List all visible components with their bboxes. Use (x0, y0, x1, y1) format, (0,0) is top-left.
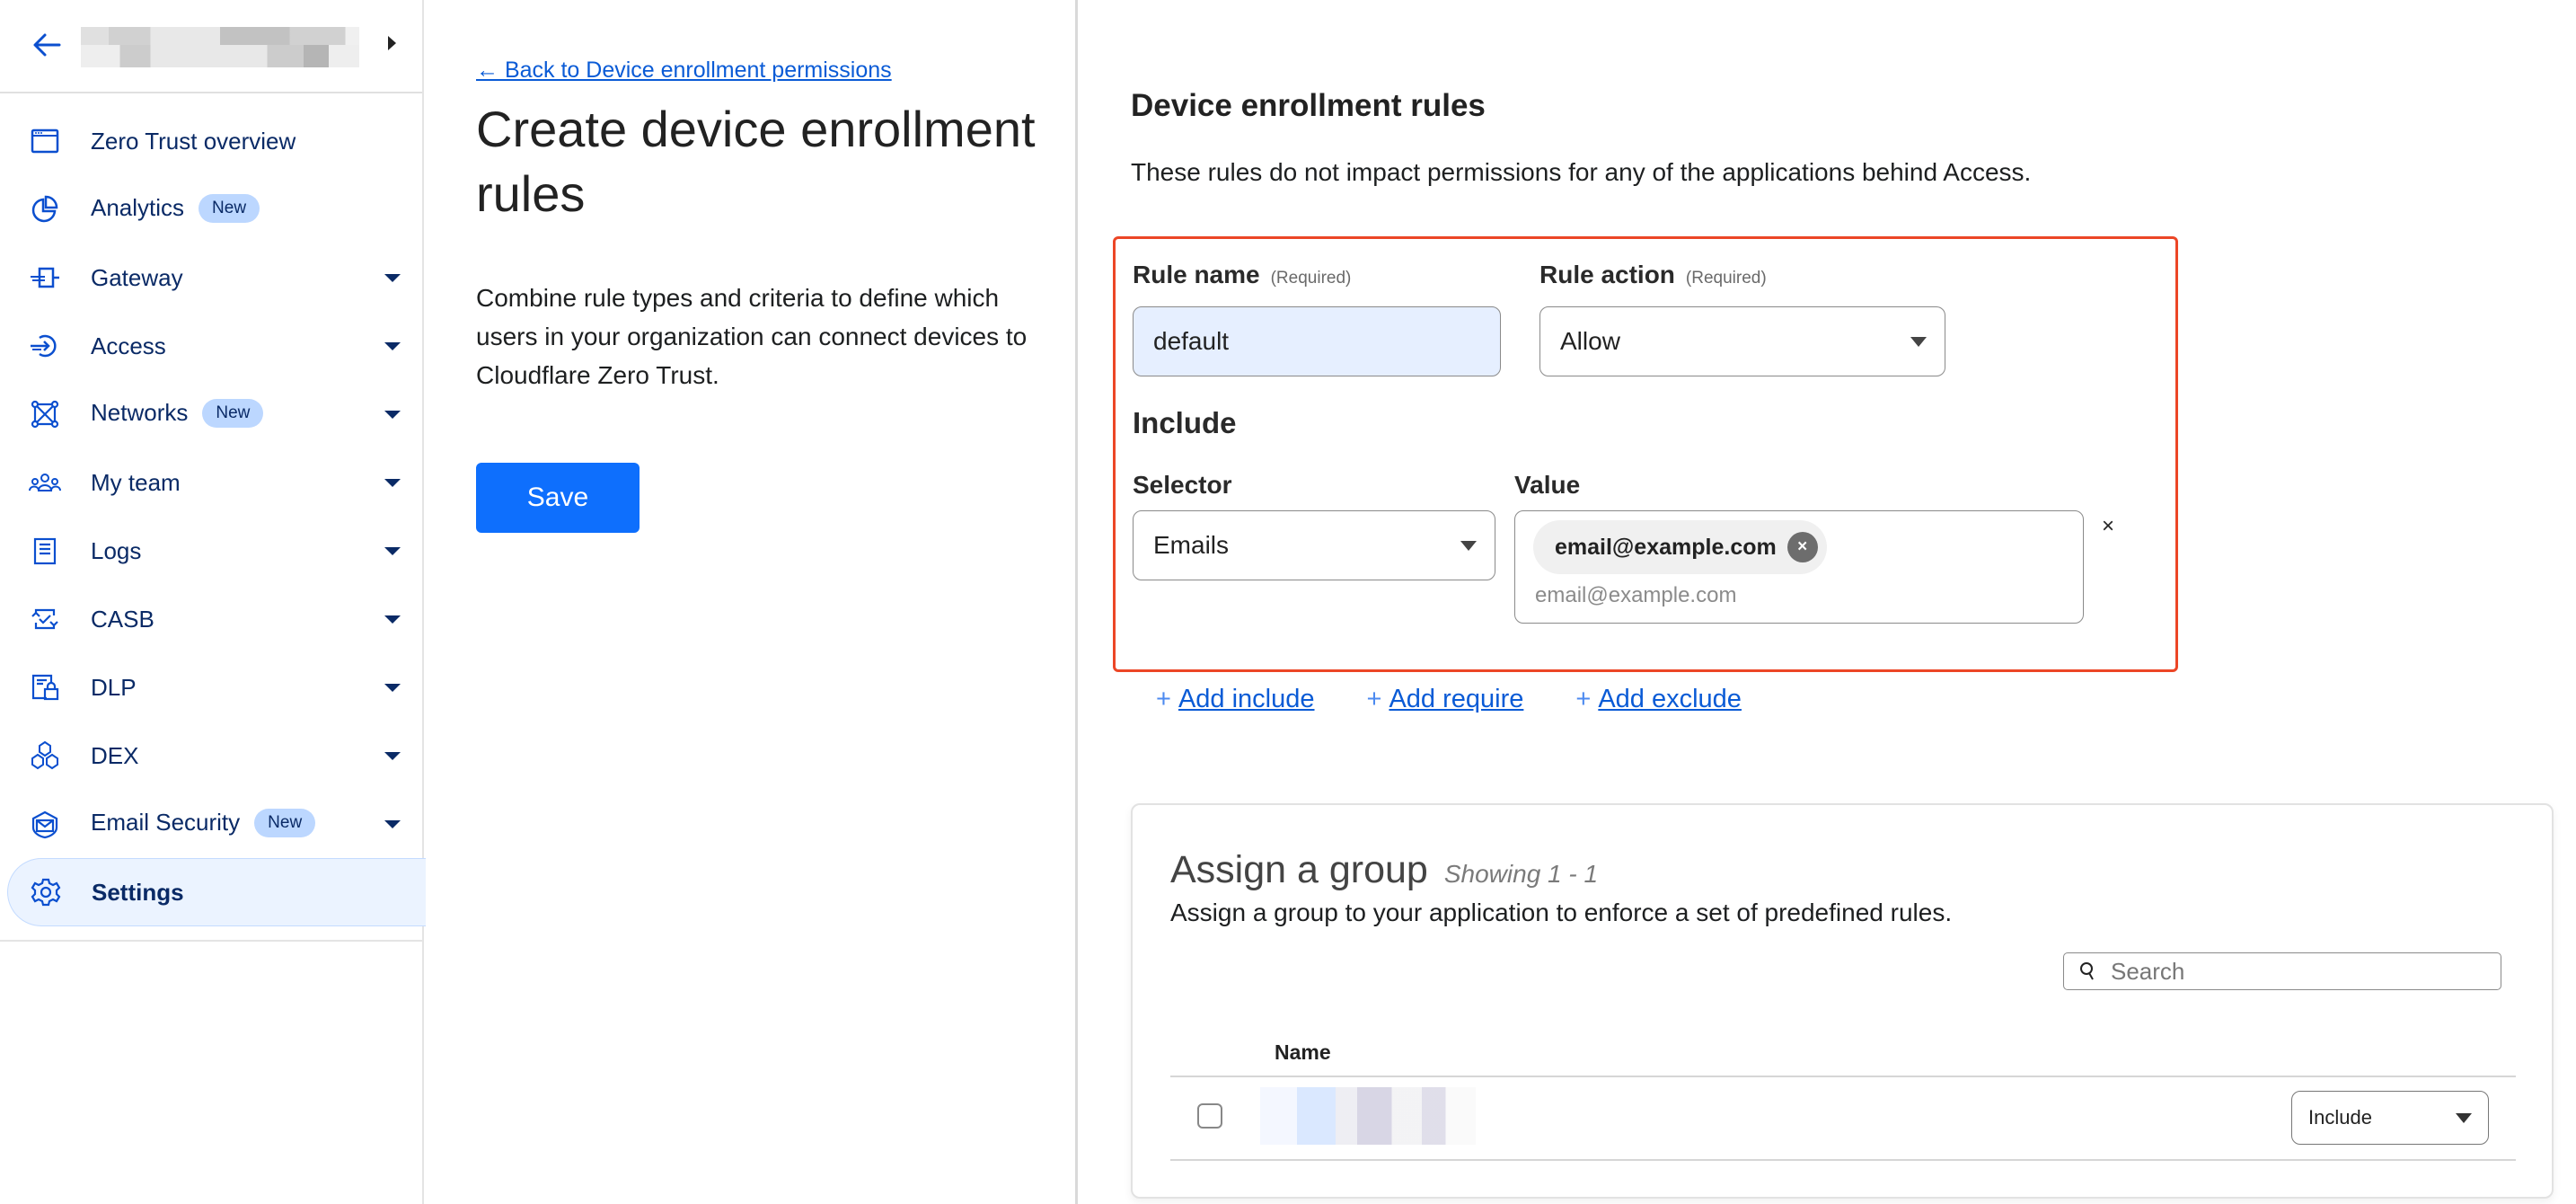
team-icon (29, 474, 61, 491)
sidebar-item-label: My team (91, 468, 181, 496)
chevron-down-icon[interactable] (384, 273, 401, 282)
sidebar-item-label: DLP (91, 673, 137, 701)
sidebar-item-zero-trust-overview[interactable]: Zero Trust overview (0, 110, 422, 173)
rule-action-select[interactable]: Allow (1539, 306, 1945, 376)
account-header (0, 0, 422, 93)
expand-triangle-icon[interactable] (388, 36, 396, 50)
row-action-select[interactable]: Include (2291, 1091, 2489, 1145)
account-name-redacted-line2 (81, 45, 359, 67)
sidebar-item-dex[interactable]: DEX (0, 724, 422, 787)
chevron-down-icon[interactable] (384, 683, 401, 692)
pie-chart-icon (31, 195, 58, 223)
chevron-down-icon[interactable] (384, 615, 401, 624)
gear-icon (31, 878, 61, 907)
column-header-name[interactable]: Name (1275, 1040, 1331, 1065)
access-icon (31, 334, 57, 358)
search-icon (2080, 962, 2094, 980)
chevron-down-icon (1460, 541, 1477, 551)
sidebar-item-label: Email Security New (91, 808, 316, 838)
search-input[interactable] (2111, 957, 2488, 986)
plus-icon: + (1156, 685, 1171, 713)
new-badge: New (198, 193, 260, 223)
sidebar-item-label: Gateway (91, 263, 183, 291)
sidebar-item-access[interactable]: Access (0, 314, 422, 377)
assign-group-title: Assign a group Showing 1 - 1 (1170, 848, 1599, 891)
sidebar-item-casb[interactable]: CASB (0, 588, 422, 651)
page-title: Create device enrollment rules (476, 101, 1036, 222)
browser-window-icon (31, 128, 59, 154)
chevron-down-icon[interactable] (384, 751, 401, 760)
sidebar-item-label: Access (91, 332, 166, 359)
selector-select[interactable]: Emails (1133, 510, 1495, 580)
row-checkbox[interactable] (1197, 1103, 1222, 1129)
sidebar: Zero Trust overview Analytics New Gateway… (0, 0, 426, 1204)
sidebar-item-label: DEX (91, 741, 139, 769)
chevron-down-icon (2456, 1113, 2472, 1123)
rule-name-label: Rule name (Required) (1133, 261, 1352, 288)
casb-icon (31, 608, 58, 630)
chevron-down-icon[interactable] (384, 478, 401, 487)
gateway-icon (31, 267, 59, 288)
value-label: Value (1514, 471, 1581, 499)
dlp-lock-icon (31, 674, 59, 701)
sidebar-item-label: Networks New (91, 398, 264, 429)
network-icon (31, 400, 59, 429)
plus-icon: + (1575, 685, 1592, 713)
sidebar-item-my-team[interactable]: My team (0, 451, 422, 514)
add-include-link[interactable]: + Add include (1156, 685, 1315, 714)
back-to-device-enrollment-link[interactable]: ← Back to Device enrollment permissions (476, 58, 892, 84)
selector-label: Selector (1133, 471, 1232, 499)
sidebar-item-label: Zero Trust overview (91, 127, 296, 155)
remove-chip-icon[interactable]: × (1786, 532, 1818, 562)
rule-action-label: Rule action (Required) (1539, 261, 1767, 288)
rule-name-input[interactable]: default (1133, 306, 1501, 376)
remove-row-icon[interactable]: × (2102, 514, 2114, 539)
chevron-down-icon[interactable] (384, 546, 401, 555)
group-search[interactable] (2063, 952, 2501, 990)
arrow-left-icon[interactable] (29, 27, 65, 63)
page-intro: ← Back to Device enrollment permissions … (424, 0, 1078, 1204)
sidebar-item-label: Settings (92, 878, 184, 906)
assign-group-card: Assign a group Showing 1 - 1 Assign a gro… (1131, 803, 2554, 1199)
value-placeholder[interactable]: email@example.com (1535, 583, 1736, 608)
page-description: Combine rule types and criteria to defin… (476, 284, 1028, 389)
dex-icon (31, 740, 58, 770)
showing-count: Showing 1 - 1 (1443, 860, 1599, 888)
sidebar-item-gateway[interactable]: Gateway (0, 246, 422, 309)
rule-form-highlight: Rule name (Required) default Rule action(… (1113, 236, 2178, 672)
email-chip: email@example.com × (1533, 520, 1827, 574)
sidebar-item-email-security[interactable]: Email Security New (0, 792, 422, 855)
section-title: Device enrollment rules (1131, 88, 1486, 123)
new-badge: New (202, 398, 264, 428)
table-divider (1170, 1159, 2516, 1161)
table-divider (1170, 1076, 2516, 1077)
chevron-down-icon[interactable] (384, 341, 401, 350)
group-name-redacted (1260, 1087, 1476, 1145)
sidebar-item-label: Analytics New (91, 193, 260, 224)
chevron-down-icon[interactable] (384, 819, 401, 828)
add-require-link[interactable]: + Add require (1367, 685, 1524, 714)
logs-icon (33, 537, 57, 565)
sidebar-item-analytics[interactable]: Analytics New (0, 178, 422, 241)
chevron-down-icon[interactable] (384, 410, 401, 419)
assign-group-description: Assign a group to your application to en… (1170, 899, 1953, 926)
sidebar-item-settings[interactable]: Settings (7, 858, 426, 926)
rules-panel: Device enrollment rules These rules do n… (1081, 0, 2576, 1204)
sidebar-item-label: Logs (91, 536, 142, 564)
plus-icon: + (1366, 685, 1382, 713)
add-rule-links: + Add include + Add require + Add exclude (1156, 685, 1742, 714)
new-badge: New (254, 808, 316, 837)
sidebar-item-networks[interactable]: Networks New (0, 383, 422, 446)
sidebar-item-label: CASB (91, 605, 154, 633)
value-input[interactable]: email@example.com × email@example.com (1514, 510, 2084, 624)
sidebar-item-dlp[interactable]: DLP (0, 656, 422, 719)
include-heading: Include (1133, 406, 1237, 439)
chevron-down-icon (1910, 337, 1927, 347)
sidebar-item-logs[interactable]: Logs (0, 519, 422, 582)
section-description: These rules do not impact permissions fo… (1131, 158, 2032, 186)
save-button[interactable]: Save (476, 463, 640, 533)
add-exclude-link[interactable]: + Add exclude (1575, 685, 1742, 714)
email-shield-icon (31, 810, 58, 839)
sidebar-divider (0, 940, 422, 942)
